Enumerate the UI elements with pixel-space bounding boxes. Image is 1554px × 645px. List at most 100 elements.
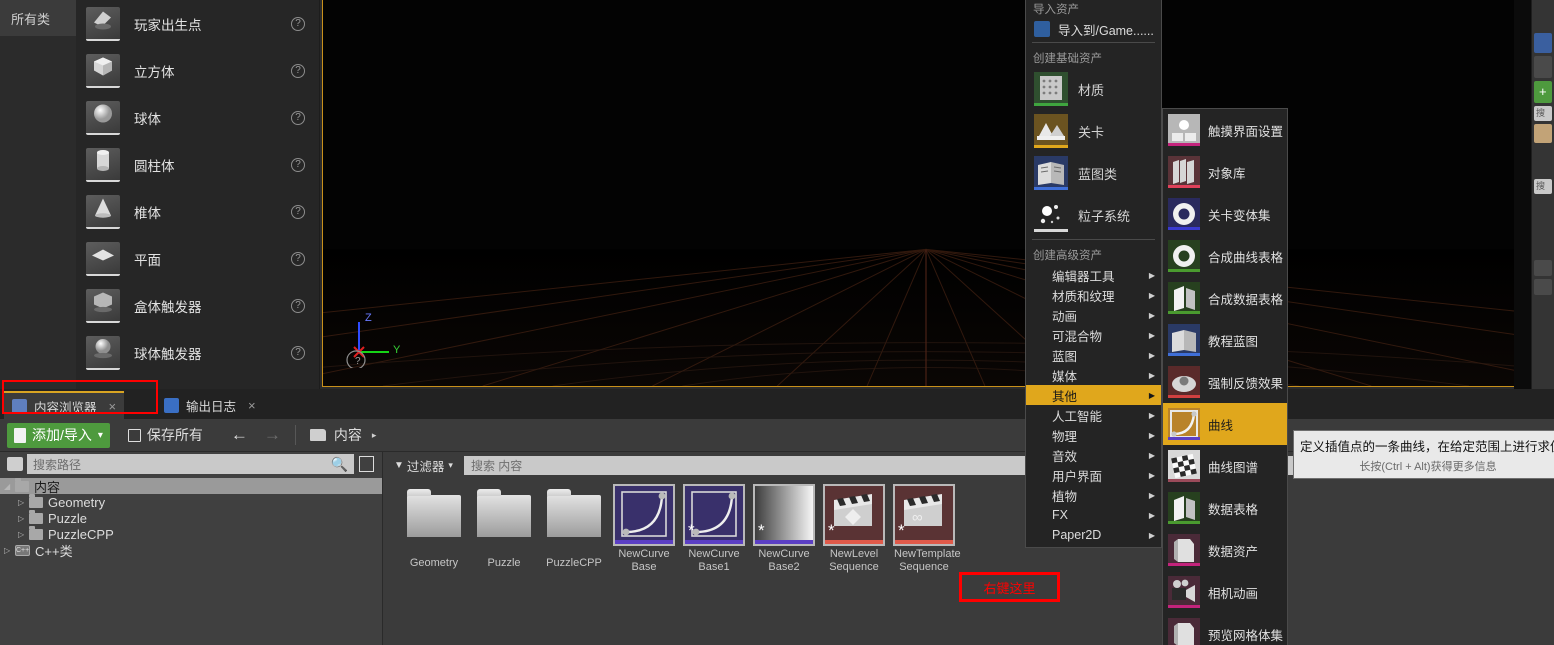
history-back-button[interactable]: ← [223, 423, 256, 448]
search-field-2[interactable]: 搜 [1534, 179, 1552, 194]
submenu-item-tutorial-blueprint[interactable]: 教程蓝图 [1163, 319, 1287, 361]
help-icon[interactable]: ? [291, 298, 305, 313]
ctx-submenu-蓝图[interactable]: 蓝图 ▶ [1026, 345, 1161, 365]
tree-collapse-icon[interactable] [1534, 279, 1552, 295]
asset-item[interactable]: * NewLevel Sequence [823, 484, 885, 574]
filter-button[interactable]: ▼ 过滤器 ▾ [390, 456, 457, 475]
folder-thumbnail [547, 489, 601, 537]
level-viewport[interactable]: ? Z Y [322, 0, 1530, 387]
tab-content-browser[interactable]: 内容浏览器 × [4, 391, 125, 419]
ctx-submenu-物理[interactable]: 物理 ▶ [1026, 425, 1161, 445]
ctx-submenu-用户界面[interactable]: 用户界面 ▶ [1026, 465, 1161, 485]
tab-output-log[interactable]: 输出日志 × [156, 391, 264, 419]
annotation-right-click-here: 右键这里 [959, 572, 1060, 602]
svg-text:*: * [758, 521, 765, 540]
history-forward-button[interactable]: → [256, 423, 289, 448]
ctx-submenu-编辑器工具[interactable]: 编辑器工具 ▶ [1026, 265, 1161, 285]
ctx-submenu-植物[interactable]: 植物 ▶ [1026, 485, 1161, 505]
help-icon[interactable]: ? [291, 63, 305, 78]
info-icon[interactable] [1534, 33, 1552, 53]
placement-item-sphere[interactable]: 球体? [76, 94, 319, 141]
placement-item-cylinder[interactable]: 圆柱体? [76, 141, 319, 188]
help-icon[interactable]: ? [291, 110, 305, 125]
ctx-item-particle-system[interactable]: 粒子系统 [1026, 194, 1161, 236]
ctx-item-material[interactable]: 材质 [1026, 68, 1161, 110]
tab-close-icon-2[interactable]: × [248, 398, 256, 413]
placement-item-cube[interactable]: 立方体? [76, 47, 319, 94]
submenu-item-composite-curve-table[interactable]: 合成曲线表格 [1163, 235, 1287, 277]
ctx-import-to-game[interactable]: 导入到/Game...... [1026, 19, 1161, 39]
asset-item[interactable]: Geometry [404, 486, 464, 574]
help-icon[interactable]: ? [291, 16, 305, 31]
tab-close-icon[interactable]: × [109, 399, 117, 414]
help-icon[interactable]: ? [291, 204, 305, 219]
asset-item[interactable]: ∞ * NewTemplate Sequence [893, 484, 961, 574]
expand-arrow-icon[interactable]: ▷ [18, 530, 29, 539]
tree-item-内容[interactable]: ◢ 内容 [0, 477, 382, 495]
asset-item[interactable]: * NewCurve Base2 [753, 484, 815, 574]
submenu-item-data-asset[interactable]: 数据资产 [1163, 529, 1287, 571]
submenu-item-composite-data-table[interactable]: 合成数据表格 [1163, 277, 1287, 319]
asset-item[interactable]: NewCurve Base [613, 484, 675, 574]
search-path-input[interactable]: 搜索路径 🔍 [27, 454, 354, 474]
asset-thumbnail: ∞ * [893, 484, 955, 546]
home-tan-icon[interactable] [1534, 124, 1552, 143]
placement-item-sphere-trigger[interactable]: 球体触发器? [76, 329, 319, 376]
list-view-icon[interactable] [359, 456, 374, 472]
tree-item-Geometry[interactable]: ▷ Geometry [0, 493, 382, 510]
submenu-item-level-variant-sets[interactable]: 关卡变体集 [1163, 193, 1287, 235]
submenu-item-camera-anim[interactable]: 相机动画 [1163, 571, 1287, 613]
placement-item-box-trigger[interactable]: 盒体触发器? [76, 282, 319, 329]
svg-text:*: * [898, 521, 905, 540]
add-import-button[interactable]: 添加/导入 ▾ [7, 422, 110, 448]
submenu-item-touch-interface[interactable]: 触摸界面设置 [1163, 109, 1287, 151]
submenu-item-preview-mesh-collection[interactable]: 预览网格体集 [1163, 613, 1287, 645]
help-icon[interactable]: ? [291, 345, 305, 360]
tree-item-Puzzle[interactable]: ▷ Puzzle [0, 509, 382, 526]
asset-item[interactable]: PuzzleCPP [544, 486, 604, 574]
tree-expand-icon[interactable] [1534, 260, 1552, 276]
ctx-submenu-音效[interactable]: 音效 ▶ [1026, 445, 1161, 465]
placement-item-label: 圆柱体 [134, 158, 175, 174]
tree-item-C++类[interactable]: ▷ C++ C++类 [0, 542, 382, 559]
submenu-item-curve[interactable]: 曲线 [1163, 403, 1287, 445]
expand-arrow-icon[interactable]: ▷ [4, 546, 15, 555]
collapse-icon[interactable] [7, 457, 23, 471]
asset-name-label: NewCurve Base [618, 548, 670, 573]
chevron-right-icon: ▶ [1148, 490, 1155, 500]
search-icon[interactable]: 🔍 [331, 456, 348, 473]
search-field[interactable]: 搜 [1534, 106, 1552, 121]
submenu-item-force-feedback[interactable]: 强制反馈效果 [1163, 361, 1287, 403]
submenu-item-object-library[interactable]: 对象库 [1163, 151, 1287, 193]
ctx-submenu-媒体[interactable]: 媒体 ▶ [1026, 365, 1161, 385]
expand-arrow-icon[interactable]: ▷ [18, 498, 29, 507]
breadcrumb[interactable]: 内容 ▸ [302, 423, 385, 448]
placement-item-player-start[interactable]: 玩家出生点? [76, 0, 319, 47]
asset-item[interactable]: Puzzle [474, 486, 534, 574]
ctx-submenu-动画[interactable]: 动画 ▶ [1026, 305, 1161, 325]
asset-name-label: NewCurve Base1 [688, 548, 740, 573]
ctx-submenu-FX[interactable]: FX ▶ [1026, 505, 1161, 525]
ctx-submenu-Paper2D[interactable]: Paper2D ▶ [1026, 525, 1161, 545]
placement-item-cone[interactable]: 椎体? [76, 188, 319, 235]
ctx-submenu-其他[interactable]: 其他 ▶ [1026, 385, 1161, 405]
svg-text:*: * [828, 521, 835, 540]
submenu-item-data-table[interactable]: 数据表格 [1163, 487, 1287, 529]
ctx-submenu-可混合物[interactable]: 可混合物 ▶ [1026, 325, 1161, 345]
ctx-item-level[interactable]: 关卡 [1026, 110, 1161, 152]
save-all-button[interactable]: 保存所有 [120, 423, 211, 448]
home-icon[interactable] [1534, 56, 1552, 78]
help-icon[interactable]: ? [291, 251, 305, 266]
asset-item[interactable]: * NewCurve Base1 [683, 484, 745, 574]
expand-arrow-icon[interactable]: ▷ [18, 514, 29, 523]
all-classes-tab[interactable]: 所有类 [0, 0, 76, 36]
add-icon[interactable]: + [1534, 81, 1552, 103]
expand-arrow-icon[interactable]: ◢ [4, 482, 15, 491]
help-icon[interactable]: ? [291, 157, 305, 172]
ctx-item-blueprint[interactable]: 蓝图类 [1026, 152, 1161, 194]
breadcrumb-label: 内容 [333, 427, 362, 443]
ctx-submenu-材质和纹理[interactable]: 材质和纹理 ▶ [1026, 285, 1161, 305]
placement-item-plane[interactable]: 平面? [76, 235, 319, 282]
submenu-item-curve-atlas[interactable]: 曲线图谱 [1163, 445, 1287, 487]
ctx-submenu-人工智能[interactable]: 人工智能 ▶ [1026, 405, 1161, 425]
